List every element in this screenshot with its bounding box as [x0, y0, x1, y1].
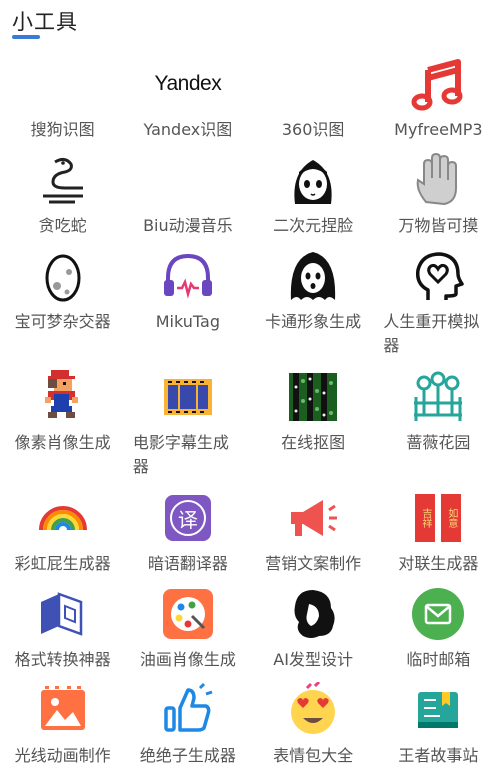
- tool-label: 暗语翻译器: [147, 554, 228, 573]
- tool-label: 对联生成器: [398, 554, 479, 573]
- tool-label: 油画肖像生成: [139, 650, 236, 669]
- tool-label: Yandex识图: [143, 120, 233, 139]
- tool-pixel-portrait[interactable]: 像素肖像生成: [0, 365, 125, 486]
- tool-label: 搜狗识图: [30, 120, 95, 139]
- tool-anime-face[interactable]: 二次元捏脸: [251, 148, 376, 244]
- sogou-image-recognition-icon: [31, 52, 95, 116]
- tool-touch-anything[interactable]: 万物皆可摸: [376, 148, 501, 244]
- couplet-left: 吉祥: [415, 494, 436, 542]
- anime-music-icon: [156, 148, 220, 212]
- tool-label: 营销文案制作: [265, 554, 362, 573]
- tool-light-animation[interactable]: 光线动画制作: [0, 678, 125, 774]
- tool-label: 贪吃蛇: [38, 216, 87, 235]
- tool-label: 表情包大全: [273, 746, 354, 765]
- garden-fence-icon: [406, 365, 470, 429]
- tool-marketing-copy[interactable]: 营销文案制作: [251, 486, 376, 582]
- film-strip-icon: [156, 365, 220, 429]
- tool-jue-jue-zi[interactable]: 绝绝子生成器: [125, 678, 250, 774]
- yandex-logo-icon: Yandex: [154, 52, 222, 116]
- tool-movie-subtitle[interactable]: 电影字幕生成器: [125, 365, 250, 486]
- image-frame-icon: [31, 678, 95, 742]
- couplet-icon: 吉祥 如意: [406, 486, 470, 550]
- tool-label: AI发型设计: [273, 650, 353, 669]
- tool-label: MyfreeMP3: [394, 120, 483, 139]
- tool-label: 彩虹屁生成器: [14, 554, 111, 573]
- tool-label: 二次元捏脸: [273, 216, 354, 235]
- tool-mikutag[interactable]: MikuTag: [125, 244, 250, 365]
- tool-label: Biu动漫音乐: [143, 216, 233, 235]
- palette-icon: [156, 582, 220, 646]
- tool-label: 像素肖像生成: [14, 433, 111, 452]
- tool-secret-translator[interactable]: 译 暗语翻译器: [125, 486, 250, 582]
- pokemon-egg-icon: [31, 244, 95, 308]
- tool-label: 在线抠图: [281, 433, 346, 452]
- cartoon-ghost-icon: [281, 244, 345, 308]
- hand-icon: [406, 148, 470, 212]
- tool-label: MikuTag: [155, 312, 220, 331]
- tool-cartoon-avatar[interactable]: 卡通形象生成: [251, 244, 376, 365]
- tool-label: 电影字幕生成器: [132, 433, 229, 476]
- tool-life-restart[interactable]: 人生重开模拟器: [376, 244, 501, 365]
- tool-snake[interactable]: 贪吃蛇: [0, 148, 125, 244]
- tool-label: 格式转换神器: [14, 650, 111, 669]
- heart-eyes-emoji-icon: [281, 678, 345, 742]
- tool-yandex-image[interactable]: Yandex Yandex识图: [125, 52, 250, 148]
- tool-label: 绝绝子生成器: [139, 746, 236, 765]
- tool-label: 蔷薇花园: [406, 433, 471, 452]
- page-title: 小工具: [12, 10, 78, 34]
- story-book-icon: [406, 678, 470, 742]
- tool-couplet[interactable]: 吉祥 如意 对联生成器: [376, 486, 501, 582]
- 360-image-recognition-icon: [281, 52, 345, 116]
- tool-label: 光线动画制作: [14, 746, 111, 765]
- tool-sogou-image[interactable]: 搜狗识图: [0, 52, 125, 148]
- format-convert-icon: [31, 582, 95, 646]
- tool-biu-anime-music[interactable]: Biu动漫音乐: [125, 148, 250, 244]
- pixel-mario-icon: [31, 365, 95, 429]
- tool-rainbow-praise[interactable]: 彩虹屁生成器: [0, 486, 125, 582]
- yandex-logo-text: Yandex: [154, 72, 222, 95]
- tool-label: 王者故事站: [398, 746, 479, 765]
- cutout-image-icon: [281, 365, 345, 429]
- anime-girl-face-icon: [281, 148, 345, 212]
- hairstyle-icon: [281, 582, 345, 646]
- tool-myfreemp3[interactable]: MyfreeMP3: [376, 52, 501, 148]
- tool-online-cutout[interactable]: 在线抠图: [251, 365, 376, 486]
- rainbow-icon: [31, 486, 95, 550]
- thumbs-up-icon: [156, 678, 220, 742]
- head-heart-icon: [406, 244, 470, 308]
- couplet-right: 如意: [441, 494, 462, 542]
- tool-label: 卡通形象生成: [265, 312, 362, 331]
- tool-temp-email[interactable]: 临时邮箱: [376, 582, 501, 678]
- tool-label: 万物皆可摸: [398, 216, 479, 235]
- translate-icon: 译: [156, 486, 220, 550]
- tools-grid: 搜狗识图 Yandex Yandex识图 360识图 MyfreeMP3 贪吃蛇…: [0, 52, 501, 774]
- snake-icon: [31, 148, 95, 212]
- megaphone-icon: [281, 486, 345, 550]
- header: 小工具: [12, 6, 78, 39]
- tool-label: 临时邮箱: [406, 650, 471, 669]
- tool-format-convert[interactable]: 格式转换神器: [0, 582, 125, 678]
- title-underline: [12, 35, 40, 39]
- tool-label: 360识图: [281, 120, 345, 139]
- tool-oil-portrait[interactable]: 油画肖像生成: [125, 582, 250, 678]
- tool-emoji-pack[interactable]: 表情包大全: [251, 678, 376, 774]
- translate-badge: 译: [169, 500, 206, 536]
- tool-rose-garden[interactable]: 蔷薇花园: [376, 365, 501, 486]
- tool-pokemon-fusion[interactable]: 宝可梦杂交器: [0, 244, 125, 365]
- tool-label: 宝可梦杂交器: [14, 312, 111, 331]
- headphones-icon: [156, 244, 220, 308]
- tool-king-story[interactable]: 王者故事站: [376, 678, 501, 774]
- tool-360-image[interactable]: 360识图: [251, 52, 376, 148]
- music-note-icon: [406, 52, 470, 116]
- tool-ai-hairstyle[interactable]: AI发型设计: [251, 582, 376, 678]
- mail-icon: [406, 582, 470, 646]
- tool-label: 人生重开模拟器: [383, 312, 480, 355]
